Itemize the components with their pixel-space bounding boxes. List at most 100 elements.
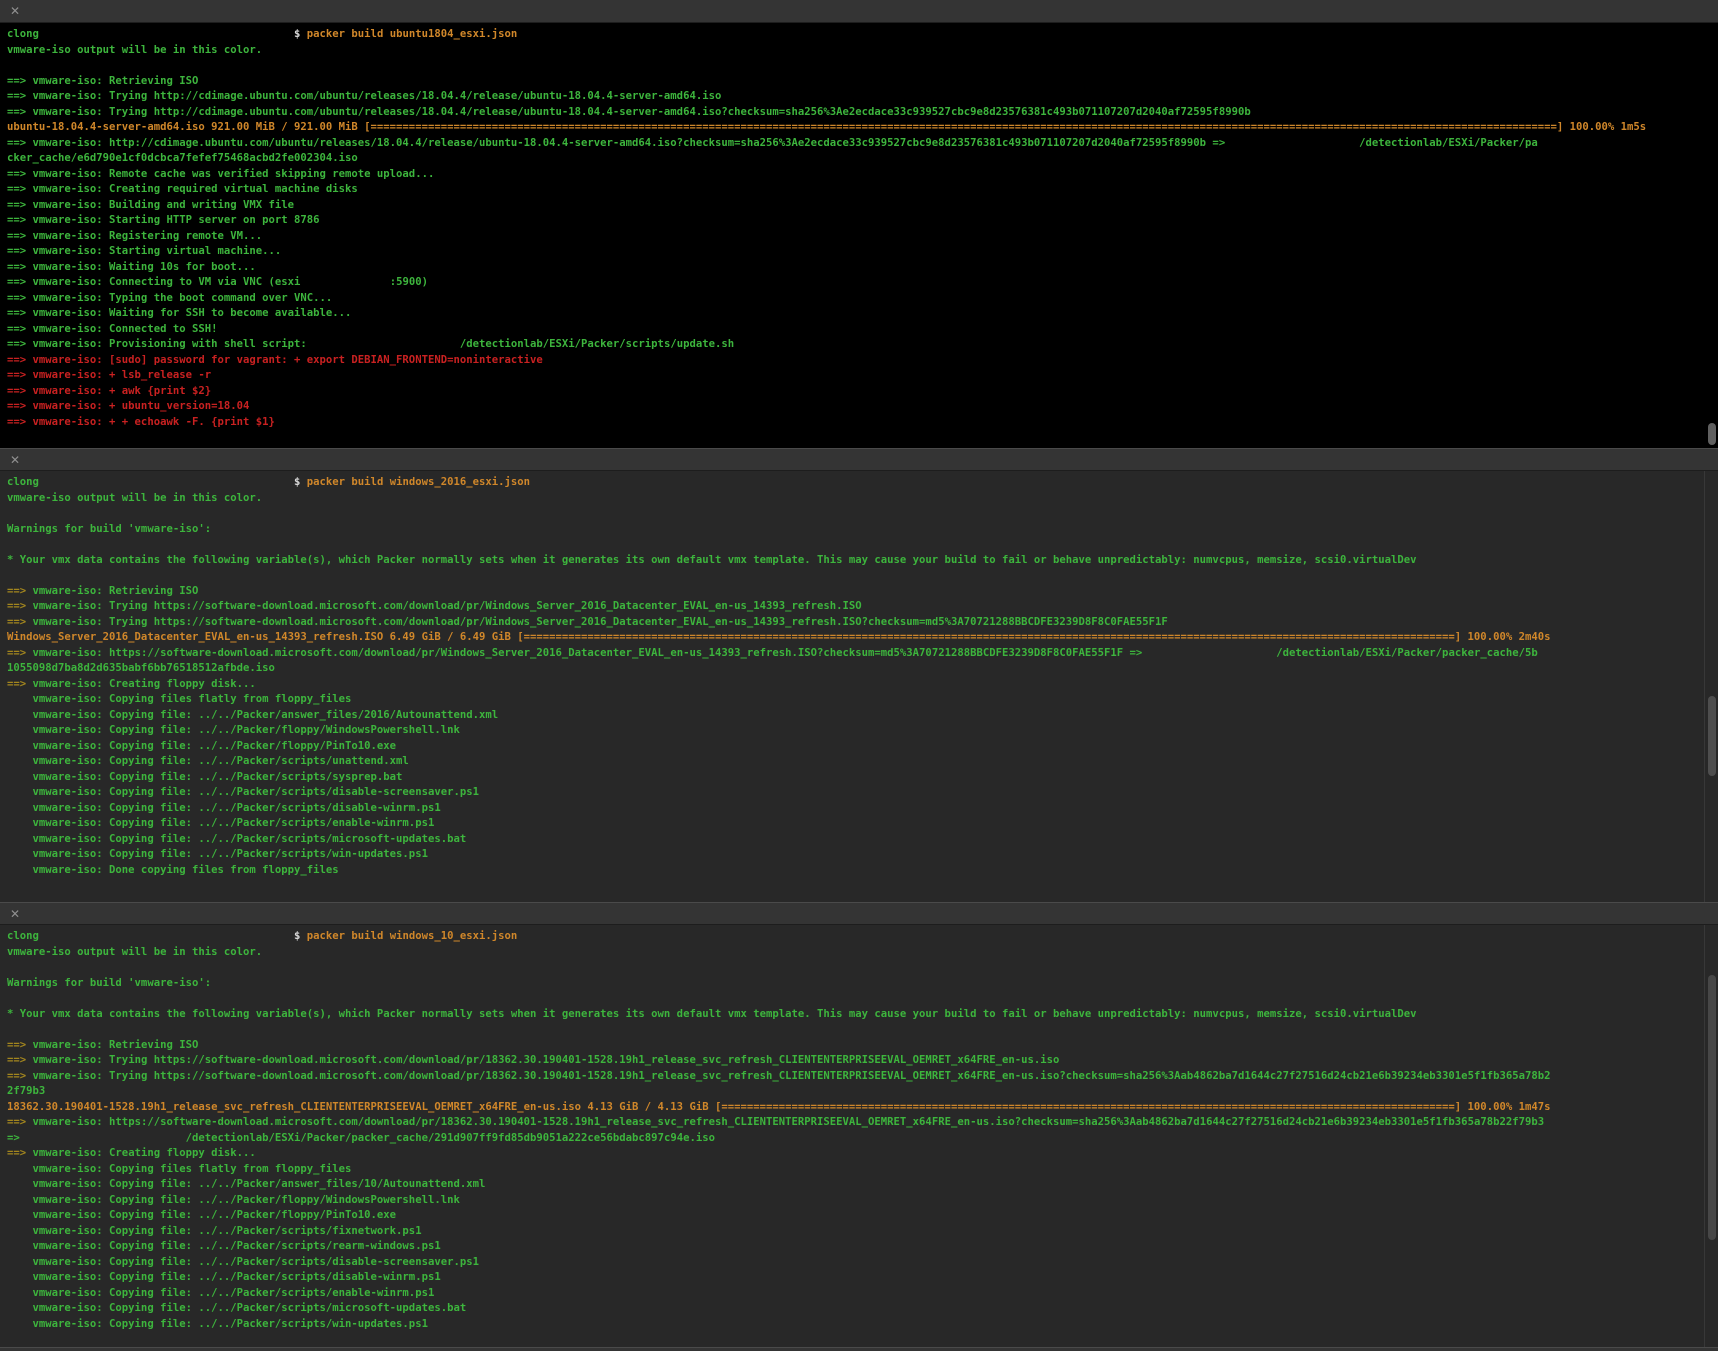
terminal-line: vmware-iso: Copying file: ../../Packer/s… xyxy=(7,816,1718,832)
terminal-line: clong $ packer build windows_10_esxi.jso… xyxy=(7,929,1718,945)
scrollbar-thumb[interactable] xyxy=(1708,423,1716,445)
terminal-line: ==> vmware-iso: Building and writing VMX… xyxy=(7,198,1718,214)
terminal-line: ==> vmware-iso: Trying https://software-… xyxy=(7,599,1718,615)
terminal-line: ==> vmware-iso: Creating floppy disk... xyxy=(7,1146,1718,1162)
terminal-line: ==> vmware-iso: https://software-downloa… xyxy=(7,1115,1718,1131)
terminal-line: clong $ packer build windows_2016_esxi.j… xyxy=(7,475,1718,491)
terminal-line: * Your vmx data contains the following v… xyxy=(7,1007,1718,1023)
terminal-line: => /detectionlab/ESXi/Packer/packer_cach… xyxy=(7,1131,1718,1147)
terminal-line: ==> vmware-iso: + ubuntu_version=18.04 xyxy=(7,399,1718,415)
terminal-line: ==> vmware-iso: Creating floppy disk... xyxy=(7,677,1718,693)
terminal-line: ==> vmware-iso: Retrieving ISO xyxy=(7,74,1718,90)
terminal-line: vmware-iso: Copying file: ../../Packer/s… xyxy=(7,785,1718,801)
scrollbar-gutter xyxy=(1704,471,1705,902)
next-pane-top-edge xyxy=(0,1347,1718,1351)
terminal-line: Warnings for build 'vmware-iso': xyxy=(7,522,1718,538)
terminal-line xyxy=(7,1022,1718,1038)
terminal-line: vmware-iso: Done copying files from flop… xyxy=(7,863,1718,879)
terminal-line: * Your vmx data contains the following v… xyxy=(7,553,1718,569)
terminal-line: Windows_Server_2016_Datacenter_EVAL_en-u… xyxy=(7,630,1718,646)
terminal-line: ==> vmware-iso: Trying https://software-… xyxy=(7,1053,1718,1069)
terminal-line: ==> vmware-iso: http://cdimage.ubuntu.co… xyxy=(7,136,1718,152)
terminal-line: ==> vmware-iso: [sudo] password for vagr… xyxy=(7,353,1718,369)
terminal-pane-ubuntu1804: ✕ clong $ packer build ubuntu1804_esxi.j… xyxy=(0,0,1718,448)
terminal-line: ==> vmware-iso: Waiting 10s for boot... xyxy=(7,260,1718,276)
terminal-pane-windows10: ✕ clong $ packer build windows_10_esxi.j… xyxy=(0,902,1718,1347)
terminal-line: 1055098d7ba8d2d635babf6bb76518512afbde.i… xyxy=(7,661,1718,677)
terminal-line: vmware-iso: Copying file: ../../Packer/s… xyxy=(7,1239,1718,1255)
close-icon[interactable]: ✕ xyxy=(7,906,23,922)
pane-titlebar: ✕ xyxy=(0,448,1718,471)
terminal-line: ==> vmware-iso: Typing the boot command … xyxy=(7,291,1718,307)
terminal-line: ==> vmware-iso: Trying http://cdimage.ub… xyxy=(7,105,1718,121)
menu-icon[interactable] xyxy=(1698,455,1712,466)
terminal-line: ==> vmware-iso: https://software-downloa… xyxy=(7,646,1718,662)
terminal-line: ==> vmware-iso: Connected to SSH! xyxy=(7,322,1718,338)
terminal-line: vmware-iso: Copying file: ../../Packer/a… xyxy=(7,708,1718,724)
terminal-line: vmware-iso: Copying file: ../../Packer/s… xyxy=(7,832,1718,848)
terminal-line: vmware-iso output will be in this color. xyxy=(7,491,1718,507)
scrollbar-gutter xyxy=(1704,925,1705,1347)
terminal-line xyxy=(7,537,1718,553)
pane-titlebar: ✕ xyxy=(0,0,1718,23)
terminal-line: vmware-iso: Copying file: ../../Packer/f… xyxy=(7,1193,1718,1209)
terminal-output-windows2016[interactable]: clong $ packer build windows_2016_esxi.j… xyxy=(0,471,1718,902)
terminal-line: ==> vmware-iso: + awk {print $2} xyxy=(7,384,1718,400)
scrollbar-thumb[interactable] xyxy=(1708,975,1716,1240)
terminal-line: ==> vmware-iso: + lsb_release -r xyxy=(7,368,1718,384)
close-icon[interactable]: ✕ xyxy=(7,3,23,19)
terminal-line: cker_cache/e6d790e1cf0dcbca7fefef75468ac… xyxy=(7,151,1718,167)
terminal-line: vmware-iso: Copying file: ../../Packer/s… xyxy=(7,1286,1718,1302)
terminal-line: vmware-iso: Copying file: ../../Packer/s… xyxy=(7,1270,1718,1286)
terminal-line: vmware-iso: Copying file: ../../Packer/s… xyxy=(7,1255,1718,1271)
terminal-line xyxy=(7,568,1718,584)
terminal-line: ==> vmware-iso: Creating required virtua… xyxy=(7,182,1718,198)
terminal-line: ==> vmware-iso: Remote cache was verifie… xyxy=(7,167,1718,183)
terminal-line xyxy=(7,991,1718,1007)
terminal-line: vmware-iso: Copying file: ../../Packer/s… xyxy=(7,770,1718,786)
terminal-line: ==> vmware-iso: + + echoawk -F. {print $… xyxy=(7,415,1718,431)
close-icon[interactable]: ✕ xyxy=(7,452,23,468)
terminal-output-ubuntu1804[interactable]: clong $ packer build ubuntu1804_esxi.jso… xyxy=(0,23,1718,448)
pane-titlebar: ✕ xyxy=(0,902,1718,925)
terminal-line: vmware-iso output will be in this color. xyxy=(7,945,1718,961)
terminal-line: ==> vmware-iso: Registering remote VM... xyxy=(7,229,1718,245)
terminal-line: vmware-iso: Copying file: ../../Packer/f… xyxy=(7,1208,1718,1224)
terminal-line: 18362.30.190401-1528.19h1_release_svc_re… xyxy=(7,1100,1718,1116)
terminal-line: vmware-iso: Copying file: ../../Packer/s… xyxy=(7,1224,1718,1240)
terminal-line: vmware-iso: Copying file: ../../Packer/s… xyxy=(7,1301,1718,1317)
terminal-line xyxy=(7,506,1718,522)
terminal-line: ==> vmware-iso: Starting virtual machine… xyxy=(7,244,1718,260)
terminal-line: vmware-iso: Copying files flatly from fl… xyxy=(7,1162,1718,1178)
terminal-line: ==> vmware-iso: Provisioning with shell … xyxy=(7,337,1718,353)
terminal-line: Warnings for build 'vmware-iso': xyxy=(7,976,1718,992)
terminal-line: ==> vmware-iso: Starting HTTP server on … xyxy=(7,213,1718,229)
terminal-line: vmware-iso: Copying file: ../../Packer/f… xyxy=(7,739,1718,755)
terminal-line: vmware-iso: Copying file: ../../Packer/a… xyxy=(7,1177,1718,1193)
terminal-window-stack: { "colors": { "g": "#3db53d", "o": "#d08… xyxy=(0,0,1718,1351)
scrollbar-thumb[interactable] xyxy=(1708,696,1716,776)
terminal-line: vmware-iso: Copying file: ../../Packer/s… xyxy=(7,801,1718,817)
terminal-line: ==> vmware-iso: Connecting to VM via VNC… xyxy=(7,275,1718,291)
menu-icon[interactable] xyxy=(1698,909,1712,920)
terminal-line xyxy=(7,58,1718,74)
terminal-line: clong $ packer build ubuntu1804_esxi.jso… xyxy=(7,27,1718,43)
terminal-line: ==> vmware-iso: Trying https://software-… xyxy=(7,615,1718,631)
terminal-line: vmware-iso: Copying file: ../../Packer/s… xyxy=(7,1317,1718,1333)
terminal-line: ==> vmware-iso: Retrieving ISO xyxy=(7,584,1718,600)
terminal-line: vmware-iso output will be in this color. xyxy=(7,43,1718,59)
terminal-line: vmware-iso: Copying file: ../../Packer/s… xyxy=(7,847,1718,863)
terminal-line: vmware-iso: Copying file: ../../Packer/f… xyxy=(7,723,1718,739)
menu-icon[interactable] xyxy=(1698,6,1712,17)
terminal-line: ==> vmware-iso: Trying https://software-… xyxy=(7,1069,1718,1085)
terminal-output-windows10[interactable]: clong $ packer build windows_10_esxi.jso… xyxy=(0,925,1718,1347)
terminal-pane-windows2016: ✕ clong $ packer build windows_2016_esxi… xyxy=(0,448,1718,902)
terminal-line: vmware-iso: Copying files flatly from fl… xyxy=(7,692,1718,708)
terminal-line xyxy=(7,960,1718,976)
terminal-line: ==> vmware-iso: Trying http://cdimage.ub… xyxy=(7,89,1718,105)
terminal-line: ubuntu-18.04.4-server-amd64.iso 921.00 M… xyxy=(7,120,1718,136)
terminal-line: ==> vmware-iso: Retrieving ISO xyxy=(7,1038,1718,1054)
terminal-line: 2f79b3 xyxy=(7,1084,1718,1100)
terminal-line: ==> vmware-iso: Waiting for SSH to becom… xyxy=(7,306,1718,322)
terminal-line: vmware-iso: Copying file: ../../Packer/s… xyxy=(7,754,1718,770)
